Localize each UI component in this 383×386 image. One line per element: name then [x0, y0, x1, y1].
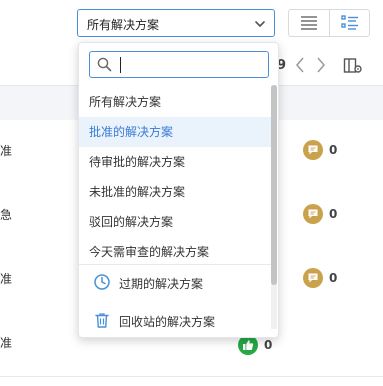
option-trash-label: 回收站的解决方案: [119, 315, 216, 329]
solution-filter-select[interactable]: 所有解决方案: [77, 9, 275, 37]
clock-icon: [94, 274, 110, 290]
option-expired-solutions[interactable]: 过期的解决方案: [79, 267, 271, 297]
row-text: 急: [0, 208, 13, 222]
option-pending-solutions[interactable]: 待审批的解决方案: [79, 147, 271, 177]
comment-icon: [303, 268, 323, 288]
chevron-down-icon: [255, 21, 265, 27]
dropdown-search-input[interactable]: [118, 55, 263, 74]
thumbs-up-icon: [238, 335, 258, 355]
filter-selected-value: 所有解决方案: [87, 18, 160, 32]
comment-count: 0: [329, 207, 338, 221]
dropdown-search-box[interactable]: [89, 51, 269, 78]
divider: [79, 264, 271, 265]
option-all-solutions[interactable]: 所有解决方案: [79, 87, 271, 117]
comment-icon: [303, 204, 323, 224]
list-view-button[interactable]: [289, 10, 329, 36]
detail-view-button[interactable]: [328, 10, 370, 36]
comment-badge[interactable]: 0: [303, 268, 337, 288]
option-expired-label: 过期的解决方案: [119, 277, 204, 291]
dropdown-option-list: 所有解决方案 批准的解决方案 待审批的解决方案 未批准的解决方案 驳回的解决方案…: [79, 87, 271, 267]
comment-badge[interactable]: 0: [303, 204, 337, 224]
comment-count: 0: [329, 271, 338, 285]
row-text: 准: [0, 272, 13, 286]
column-settings-icon[interactable]: [343, 57, 363, 75]
dropdown-scrollbar[interactable]: [271, 85, 277, 329]
comment-icon: [303, 140, 323, 160]
approve-count: 0: [264, 338, 273, 352]
detail-list-icon: [340, 15, 358, 30]
option-rejected-solutions[interactable]: 驳回的解决方案: [79, 207, 271, 237]
toolbar: 所有解决方案: [0, 0, 383, 46]
chevron-right-icon[interactable]: [315, 56, 327, 74]
comment-badge[interactable]: 0: [303, 140, 337, 160]
search-icon: [97, 57, 112, 72]
option-approved-solutions[interactable]: 批准的解决方案: [79, 117, 271, 147]
trash-icon: [95, 313, 109, 328]
scrollbar-thumb[interactable]: [271, 85, 277, 285]
comment-count: 0: [329, 143, 338, 157]
filter-dropdown-menu: 所有解决方案 批准的解决方案 待审批的解决方案 未批准的解决方案 驳回的解决方案…: [78, 42, 279, 338]
row-text: 准: [0, 144, 13, 158]
chevron-left-icon[interactable]: [294, 56, 306, 74]
approve-badge[interactable]: 0: [238, 335, 272, 355]
view-toggle: [288, 9, 370, 37]
row-text: 准: [0, 336, 13, 350]
option-trash-solutions[interactable]: 回收站的解决方案: [79, 305, 271, 335]
list-icon: [301, 16, 317, 30]
option-unapproved-solutions[interactable]: 未批准的解决方案: [79, 177, 271, 207]
option-review-today-solutions[interactable]: 今天需审查的解决方案: [79, 237, 271, 267]
